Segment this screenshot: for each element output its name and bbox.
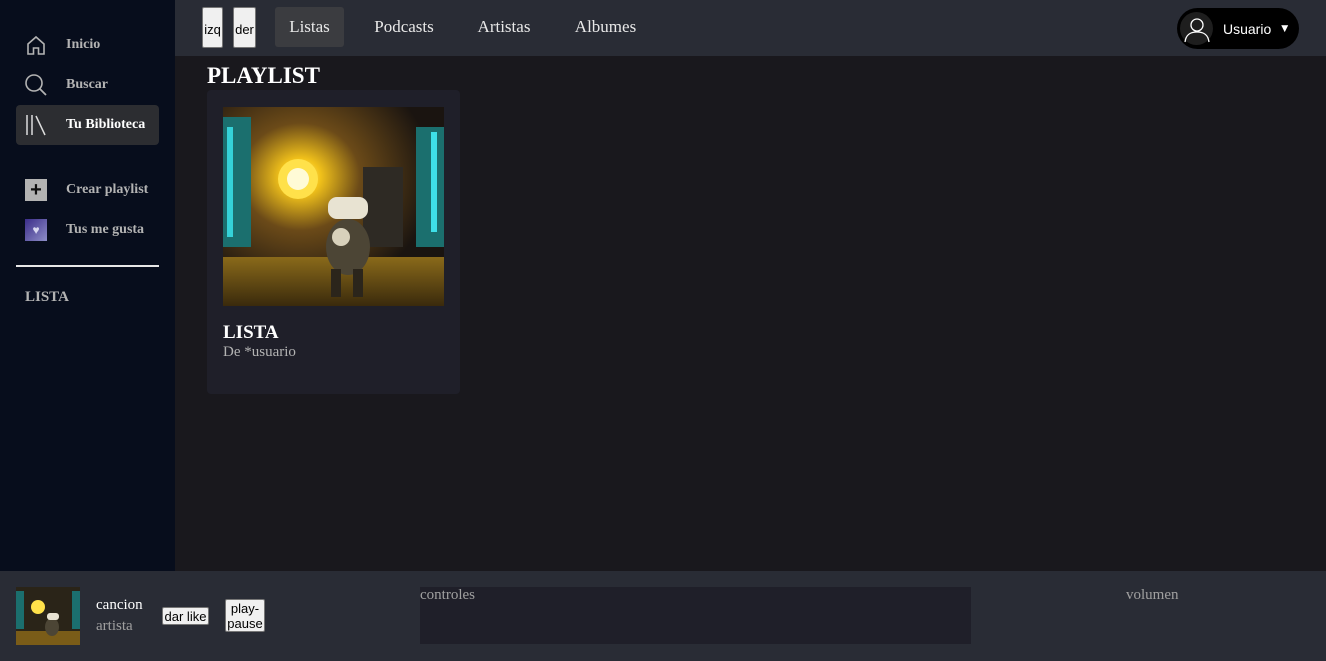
- player-controls[interactable]: controles: [420, 587, 971, 644]
- plus-icon: +: [24, 178, 48, 202]
- playlist-card[interactable]: LISTA De *usuario: [207, 90, 460, 394]
- song-artist: artista: [96, 618, 133, 634]
- sidebar-playlist-lista[interactable]: LISTA: [25, 289, 69, 306]
- sidebar-item-buscar[interactable]: Buscar: [16, 65, 159, 105]
- user-menu-button[interactable]: Usuario ▼: [1177, 8, 1299, 49]
- player-bar: cancion artista dar like play-pause cont…: [0, 571, 1326, 661]
- sidebar-item-biblioteca[interactable]: Tu Biblioteca: [16, 105, 159, 145]
- caret-down-icon: ▼: [1281, 23, 1289, 34]
- sidebar-item-label: Crear playlist: [66, 182, 149, 197]
- play-pause-button[interactable]: play-pause: [225, 599, 265, 632]
- song-title: cancion: [96, 597, 143, 613]
- tab-podcasts[interactable]: Podcasts: [363, 7, 445, 47]
- sidebar-item-inicio[interactable]: Inicio: [16, 25, 159, 65]
- top-bar: izq der Listas Podcasts Artistas Albumes…: [175, 0, 1326, 56]
- library-icon: [24, 113, 48, 137]
- tab-artistas[interactable]: Artistas: [468, 7, 540, 47]
- tab-albumes[interactable]: Albumes: [567, 7, 644, 47]
- tab-listas[interactable]: Listas: [275, 7, 344, 47]
- home-icon: [24, 33, 48, 57]
- now-playing-thumbnail: [16, 587, 80, 645]
- sidebar-item-label: Tus me gusta: [66, 222, 145, 237]
- controls-label: controles: [420, 587, 475, 603]
- user-name: Usuario: [1223, 20, 1272, 37]
- user-avatar-icon: [1180, 12, 1213, 45]
- playlist-card-subtitle: De *usuario: [223, 344, 296, 360]
- sidebar-item-label: Buscar: [66, 77, 108, 92]
- volume-control[interactable]: volumen: [1126, 587, 1179, 604]
- sidebar: Inicio Buscar Tu Biblioteca + Crear play…: [0, 0, 175, 571]
- search-icon: [24, 73, 48, 97]
- sidebar-item-crear-playlist[interactable]: + Crear playlist: [16, 170, 159, 210]
- forward-button[interactable]: der: [233, 7, 256, 48]
- sidebar-item-tus-me-gusta[interactable]: ♥ Tus me gusta: [16, 210, 159, 250]
- page-title: PLAYLIST: [207, 63, 320, 88]
- sidebar-item-label: Tu Biblioteca: [66, 117, 146, 132]
- like-button[interactable]: dar like: [162, 607, 209, 625]
- playlist-card-title: LISTA: [223, 322, 279, 343]
- sidebar-divider: [16, 265, 159, 267]
- back-button[interactable]: izq: [202, 7, 223, 48]
- playlist-cover-image: [223, 107, 444, 306]
- heart-icon: ♥: [24, 218, 48, 242]
- sidebar-item-label: Inicio: [66, 37, 101, 52]
